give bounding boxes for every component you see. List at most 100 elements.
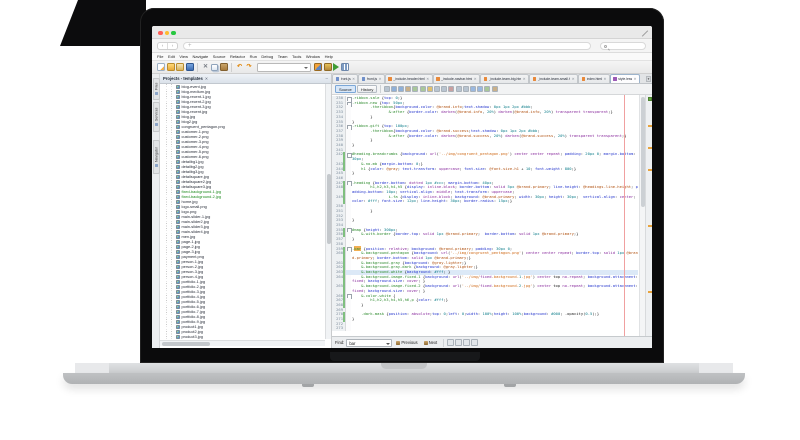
close-tab-icon[interactable]: ✕ bbox=[572, 77, 575, 81]
forward-button[interactable]: › bbox=[168, 43, 177, 49]
redo-icon[interactable]: ↷ bbox=[245, 63, 253, 71]
back-button[interactable]: ‹ bbox=[158, 43, 168, 49]
previous-icon bbox=[396, 341, 400, 345]
code-editor[interactable]: 230.ribbon.sale {top: 0;}231.ribbon.new … bbox=[332, 95, 652, 336]
new-project-icon[interactable] bbox=[167, 63, 175, 71]
find-input[interactable]: bar bbox=[346, 339, 392, 347]
tree-item[interactable]: product3.jpg bbox=[160, 334, 325, 339]
close-tab-icon[interactable]: ✕ bbox=[603, 77, 606, 81]
shift-left-icon[interactable] bbox=[456, 86, 462, 92]
comment-icon[interactable] bbox=[484, 86, 490, 92]
close-tab-icon[interactable]: ✕ bbox=[352, 77, 355, 81]
forward-icon[interactable] bbox=[398, 86, 404, 92]
save-all-icon[interactable] bbox=[186, 63, 194, 71]
find-next-icon[interactable] bbox=[412, 86, 418, 92]
project-file-tree[interactable]: blog-event.jpgblog-medium.jpgblog-recent… bbox=[160, 84, 325, 339]
minimize-panel-icon[interactable]: – bbox=[325, 76, 328, 81]
close-window-button[interactable] bbox=[158, 31, 163, 36]
close-tab-icon[interactable]: ✕ bbox=[474, 77, 477, 81]
open-project-icon[interactable] bbox=[176, 63, 184, 71]
editor-tab-front.js[interactable]: front.js✕ bbox=[358, 74, 384, 83]
new-file-icon[interactable] bbox=[157, 63, 165, 71]
menu-item-window[interactable]: Window bbox=[306, 54, 320, 59]
find-selection-icon[interactable] bbox=[405, 86, 411, 92]
paste-icon[interactable] bbox=[220, 63, 228, 71]
cut-icon[interactable]: ✕ bbox=[202, 63, 210, 71]
history-view-button[interactable]: History bbox=[357, 85, 377, 93]
menu-item-run[interactable]: Run bbox=[250, 54, 257, 59]
warning-mark[interactable] bbox=[648, 291, 652, 293]
image-file-icon bbox=[176, 200, 180, 204]
fold-margin bbox=[346, 251, 351, 260]
find-next-button[interactable]: Next bbox=[422, 340, 440, 345]
close-tab-icon[interactable]: ✕ bbox=[634, 77, 637, 81]
menu-item-team[interactable]: Team bbox=[278, 54, 288, 59]
start-macro-icon[interactable] bbox=[470, 86, 476, 92]
highlight-results-icon[interactable] bbox=[471, 339, 478, 346]
fullscreen-icon[interactable] bbox=[641, 30, 647, 36]
editor-tab-front.js[interactable]: front.js✕ bbox=[332, 74, 358, 83]
editor-tab-_include-team-big.html[interactable]: _include-team-big.html✕ bbox=[480, 74, 529, 83]
warning-mark[interactable] bbox=[648, 225, 652, 227]
tab-list-dropdown-icon[interactable]: ▾ bbox=[646, 76, 651, 82]
stop-macro-icon[interactable] bbox=[477, 86, 483, 92]
sidebar-tab-navigator[interactable]: Navigator bbox=[153, 140, 160, 174]
fold-margin[interactable] bbox=[346, 152, 351, 161]
toggle-highlight-icon[interactable] bbox=[427, 86, 433, 92]
previous-bookmark-icon[interactable] bbox=[434, 86, 440, 92]
warning-mark[interactable] bbox=[648, 147, 652, 149]
address-bar[interactable]: + bbox=[183, 42, 591, 50]
projects-panel-header[interactable]: Projects - templates ✕ – bbox=[160, 74, 331, 84]
editor-tab-_include-header.html[interactable]: _include-header.html✕ bbox=[385, 74, 433, 83]
warning-mark[interactable] bbox=[648, 125, 652, 127]
sidebar-tab-services[interactable]: Services bbox=[153, 102, 160, 132]
find-previous-icon[interactable] bbox=[420, 86, 426, 92]
menu-item-debug[interactable]: Debug bbox=[261, 54, 273, 59]
menu-item-navigate[interactable]: Navigate bbox=[192, 54, 208, 59]
clean-build-icon[interactable] bbox=[324, 63, 332, 71]
sidebar-tab-files[interactable]: Files bbox=[153, 78, 160, 100]
uncomment-icon[interactable] bbox=[492, 86, 498, 92]
editor-tab-_include-team-small.html[interactable]: _include-team-small.html✕ bbox=[529, 74, 578, 83]
search-input[interactable] bbox=[600, 42, 646, 50]
toggle-bookmark-icon[interactable] bbox=[448, 86, 454, 92]
regex-icon[interactable] bbox=[463, 339, 470, 346]
last-edit-icon[interactable] bbox=[384, 86, 390, 92]
menu-item-source[interactable]: Source bbox=[213, 54, 226, 59]
tab-scroll-buttons[interactable]: ▾ bbox=[646, 76, 651, 82]
undo-icon[interactable]: ↶ bbox=[236, 63, 244, 71]
error-stripe[interactable] bbox=[645, 95, 652, 336]
copy-icon[interactable] bbox=[211, 64, 218, 71]
editor-tab-_include-navbar.html[interactable]: _include-navbar.html✕ bbox=[433, 74, 480, 83]
next-bookmark-icon[interactable] bbox=[441, 86, 447, 92]
whole-words-icon[interactable] bbox=[455, 339, 462, 346]
match-case-icon[interactable] bbox=[447, 339, 454, 346]
zoom-window-button[interactable] bbox=[171, 31, 176, 36]
history-buttons[interactable]: ‹ › bbox=[157, 42, 178, 50]
close-panel-icon[interactable]: ✕ bbox=[205, 76, 208, 81]
run-project-icon[interactable] bbox=[333, 63, 339, 71]
menu-item-view[interactable]: View bbox=[179, 54, 188, 59]
find-previous-button[interactable]: Previous bbox=[394, 340, 419, 345]
new-tab-icon[interactable]: + bbox=[188, 43, 192, 50]
back-icon[interactable] bbox=[391, 86, 397, 92]
editor-tab-style.less[interactable]: style.less✕ bbox=[610, 74, 640, 83]
tree-vertical-scrollbar[interactable] bbox=[325, 84, 331, 339]
close-tab-icon[interactable]: ✕ bbox=[426, 77, 429, 81]
editor-tab-index.html[interactable]: index.html✕ bbox=[578, 74, 610, 83]
shift-right-icon[interactable] bbox=[463, 86, 469, 92]
menu-item-file[interactable]: File bbox=[157, 54, 163, 59]
close-tab-icon[interactable]: ✕ bbox=[379, 77, 382, 81]
menu-item-tools[interactable]: Tools bbox=[292, 54, 301, 59]
set-configuration-icon[interactable] bbox=[314, 63, 322, 71]
profile-project-icon[interactable] bbox=[341, 63, 349, 71]
tree-horizontal-scrollbar[interactable] bbox=[160, 340, 325, 346]
menu-item-help[interactable]: Help bbox=[325, 54, 333, 59]
source-view-button[interactable]: Source bbox=[335, 85, 356, 93]
menu-item-edit[interactable]: Edit bbox=[168, 54, 175, 59]
configuration-combobox[interactable] bbox=[257, 63, 311, 72]
warning-mark[interactable] bbox=[648, 169, 652, 171]
menu-item-refactor[interactable]: Refactor bbox=[230, 54, 245, 59]
minimize-window-button[interactable] bbox=[165, 31, 170, 36]
close-tab-icon[interactable]: ✕ bbox=[523, 77, 526, 81]
